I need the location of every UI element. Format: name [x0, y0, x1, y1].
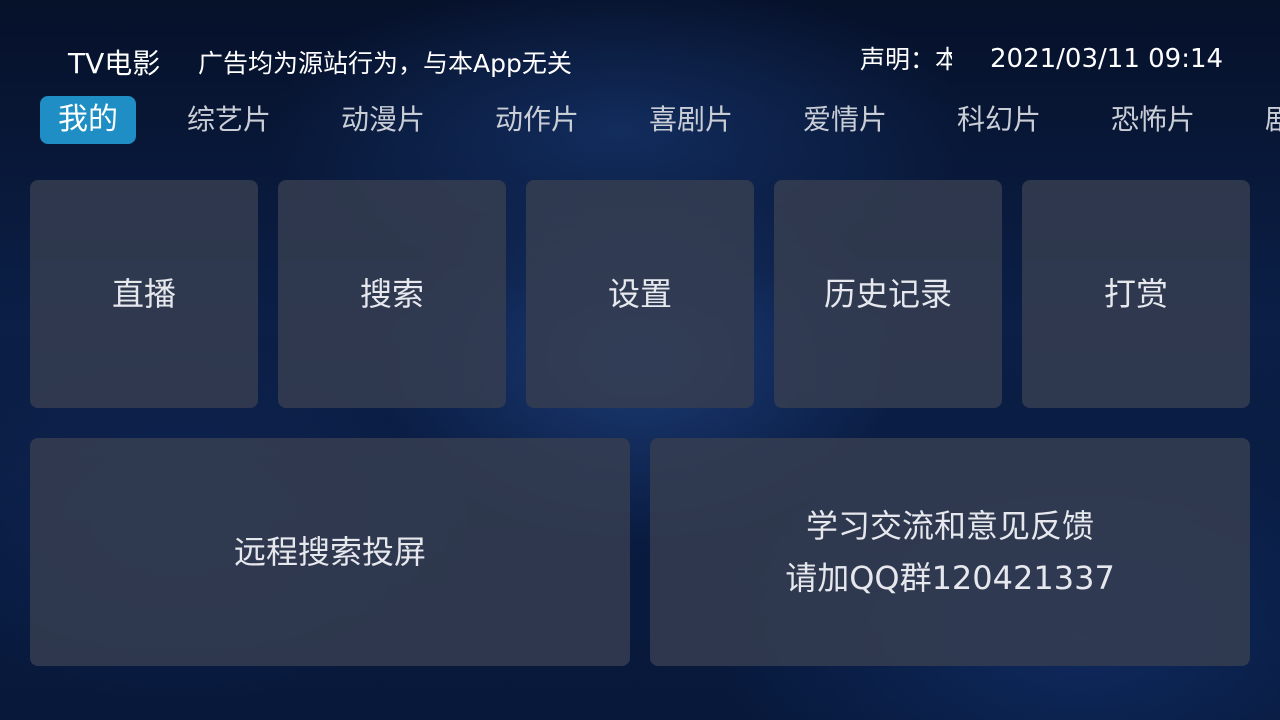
- tab-scifi[interactable]: 科幻片: [957, 96, 1041, 144]
- tab-drama[interactable]: 剧: [1265, 96, 1280, 144]
- clock: 2021/03/11 09:14: [990, 44, 1224, 74]
- search-label: 搜索: [359, 275, 424, 313]
- category-tabs: 我的 综艺片 动漫片 动作片 喜剧片 爱情片 科幻片 恐怖片 剧: [0, 96, 1280, 146]
- tab-comedy[interactable]: 喜剧片: [649, 96, 733, 144]
- settings-tile[interactable]: 设置: [526, 180, 754, 408]
- history-tile[interactable]: 历史记录: [774, 180, 1002, 408]
- settings-label: 设置: [607, 275, 672, 313]
- tab-horror[interactable]: 恐怖片: [1111, 96, 1195, 144]
- tab-mine[interactable]: 我的: [40, 96, 136, 144]
- reward-tile[interactable]: 打赏: [1022, 180, 1250, 408]
- search-tile[interactable]: 搜索: [278, 180, 506, 408]
- reward-label: 打赏: [1103, 275, 1168, 313]
- remote-cast-label: 远程搜索投屏: [233, 533, 426, 571]
- ad-notice: 广告均为源站行为，与本App无关: [198, 49, 572, 78]
- remote-cast-tile[interactable]: 远程搜索投屏: [30, 438, 630, 666]
- statement-text: 声明：本: [860, 45, 952, 74]
- feedback-tile[interactable]: 学习交流和意见反馈 请加QQ群120421337: [650, 438, 1250, 666]
- tab-variety[interactable]: 综艺片: [187, 96, 271, 144]
- tab-romance[interactable]: 爱情片: [803, 96, 887, 144]
- top-bar: TV电影 广告均为源站行为，与本App无关 声明：本 2021/03/11 09…: [0, 0, 1280, 92]
- feedback-line-2: 请加QQ群120421337: [785, 559, 1115, 597]
- tab-anime[interactable]: 动漫片: [341, 96, 425, 144]
- tab-action[interactable]: 动作片: [495, 96, 579, 144]
- app-title: TV电影: [68, 47, 161, 80]
- live-label: 直播: [111, 275, 176, 313]
- live-tile[interactable]: 直播: [30, 180, 258, 408]
- statement-marquee: 声明：本: [860, 40, 952, 80]
- feedback-line-1: 学习交流和意见反馈: [805, 507, 1094, 545]
- history-label: 历史记录: [823, 275, 952, 313]
